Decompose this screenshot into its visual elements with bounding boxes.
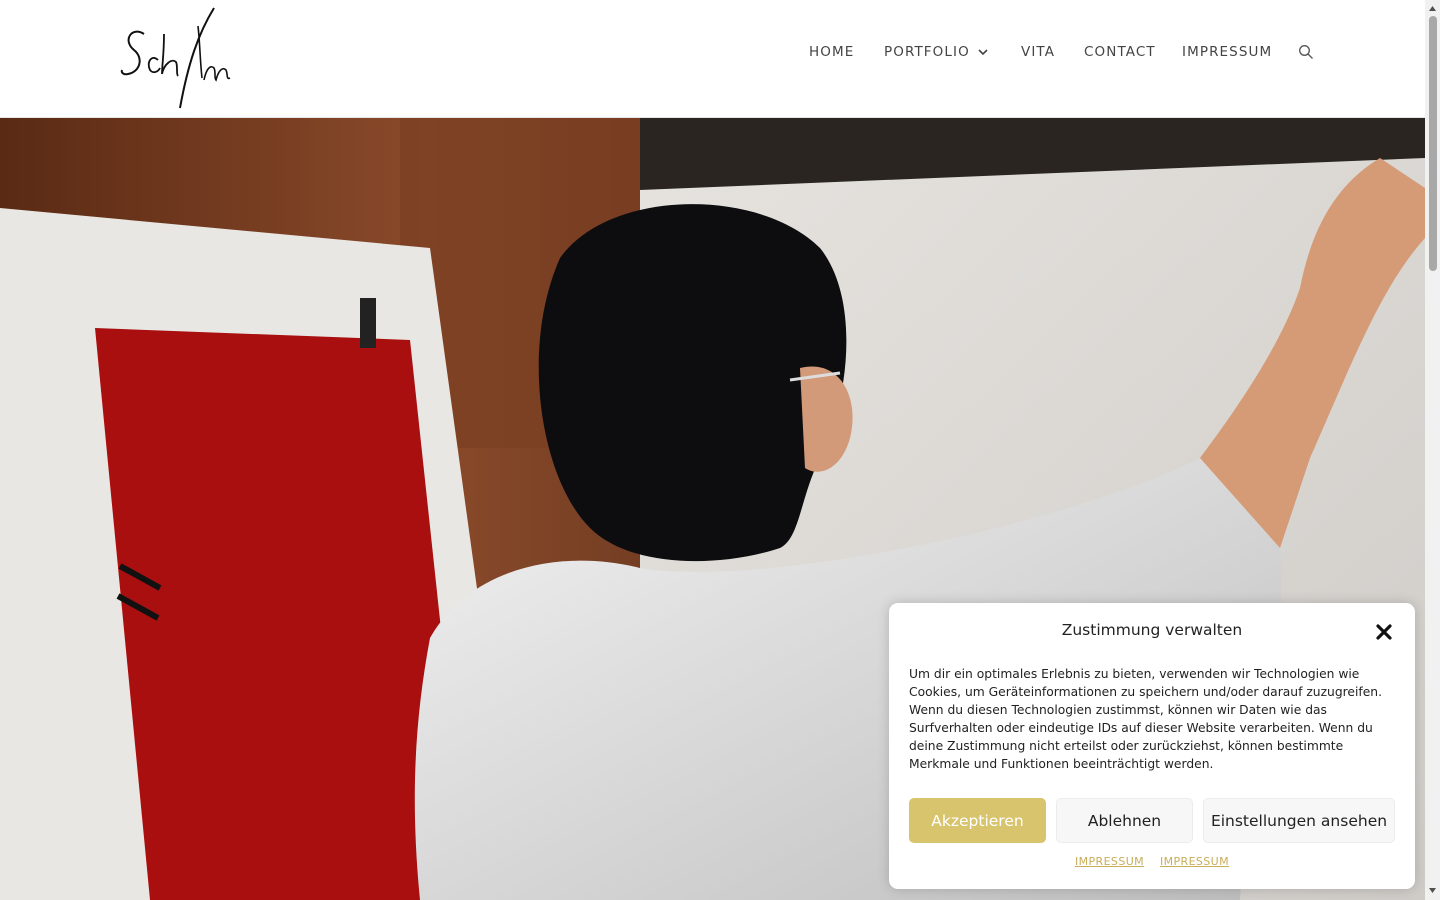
scrollbar-thumb[interactable] [1429, 16, 1437, 271]
nav-portfolio[interactable]: PORTFOLIO [884, 36, 988, 68]
nav-home[interactable]: HOME [809, 36, 854, 68]
cookie-consent-dialog: Zustimmung verwalten Um dir ein optimale… [889, 603, 1415, 889]
nav-impressum-label: IMPRESSUM [1182, 44, 1273, 60]
chevron-down-icon [978, 49, 988, 56]
site-logo[interactable] [118, 4, 238, 112]
nav-portfolio-label: PORTFOLIO [884, 44, 970, 60]
scroll-down-arrow-icon[interactable] [1428, 886, 1437, 895]
consent-title: Zustimmung verwalten [1061, 621, 1243, 639]
deny-button[interactable]: Ablehnen [1056, 798, 1193, 843]
site-header: HOME PORTFOLIO VITA CONTACT IMPRESSUM [0, 0, 1425, 118]
nav-vita[interactable]: VITA [1021, 36, 1055, 68]
nav-contact-label: CONTACT [1084, 44, 1156, 60]
close-icon[interactable] [1375, 623, 1393, 641]
nav-contact[interactable]: CONTACT [1084, 36, 1156, 68]
impressum-link[interactable]: IMPRESSUM [1160, 855, 1229, 868]
consent-message: Um dir ein optimales Erlebnis zu bieten,… [909, 667, 1382, 771]
nav-vita-label: VITA [1021, 44, 1056, 60]
view-settings-button[interactable]: Einstellungen ansehen [1203, 798, 1395, 843]
scroll-up-arrow-icon[interactable] [1428, 4, 1437, 13]
search-icon[interactable] [1298, 44, 1314, 60]
nav-impressum[interactable]: IMPRESSUM [1182, 36, 1272, 68]
accept-button[interactable]: Akzeptieren [909, 798, 1046, 843]
consent-links: IMPRESSUM IMPRESSUM [889, 855, 1415, 868]
impressum-link[interactable]: IMPRESSUM [1075, 855, 1144, 868]
nav-home-label: HOME [809, 44, 855, 60]
